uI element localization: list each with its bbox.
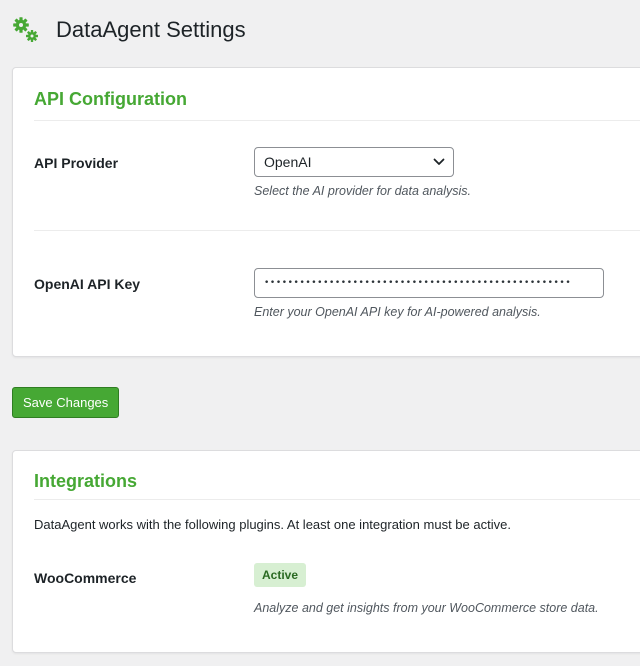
page-title: DataAgent Settings	[56, 17, 246, 42]
api-title-divider	[34, 120, 640, 121]
api-provider-description: Select the AI provider for data analysis…	[254, 184, 472, 198]
gears-icon	[13, 17, 38, 42]
integrations-intro: DataAgent works with the following plugi…	[34, 517, 511, 532]
api-key-description: Enter your OpenAI API key for AI-powered…	[254, 305, 541, 319]
status-badge: Active	[254, 563, 307, 587]
integration-description-woocommerce: Analyze and get insights from your WooCo…	[254, 601, 599, 615]
page-header: DataAgent Settings	[11, 13, 246, 47]
api-configuration-card: API Configuration API Provider OpenAI Se…	[12, 67, 640, 357]
settings-page: DataAgent Settings API Configuration API…	[0, 0, 640, 666]
api-provider-selected-value: OpenAI	[264, 154, 312, 170]
api-fields-divider	[34, 230, 640, 231]
save-changes-button[interactable]: Save Changes	[12, 387, 120, 418]
api-configuration-title: API Configuration	[34, 89, 187, 109]
api-provider-label: API Provider	[34, 155, 119, 171]
integrations-title: Integrations	[34, 471, 138, 491]
api-key-input[interactable]: ••••••••••••••••••••••••••••••••••••••••…	[254, 268, 604, 298]
integrations-card: Integrations DataAgent works with the fo…	[12, 450, 640, 653]
api-key-label: OpenAI API Key	[34, 276, 141, 292]
integrations-title-divider	[34, 499, 640, 500]
integration-name-woocommerce: WooCommerce	[34, 570, 137, 586]
api-provider-select[interactable]: OpenAI	[254, 147, 454, 177]
chevron-down-icon	[433, 158, 445, 165]
